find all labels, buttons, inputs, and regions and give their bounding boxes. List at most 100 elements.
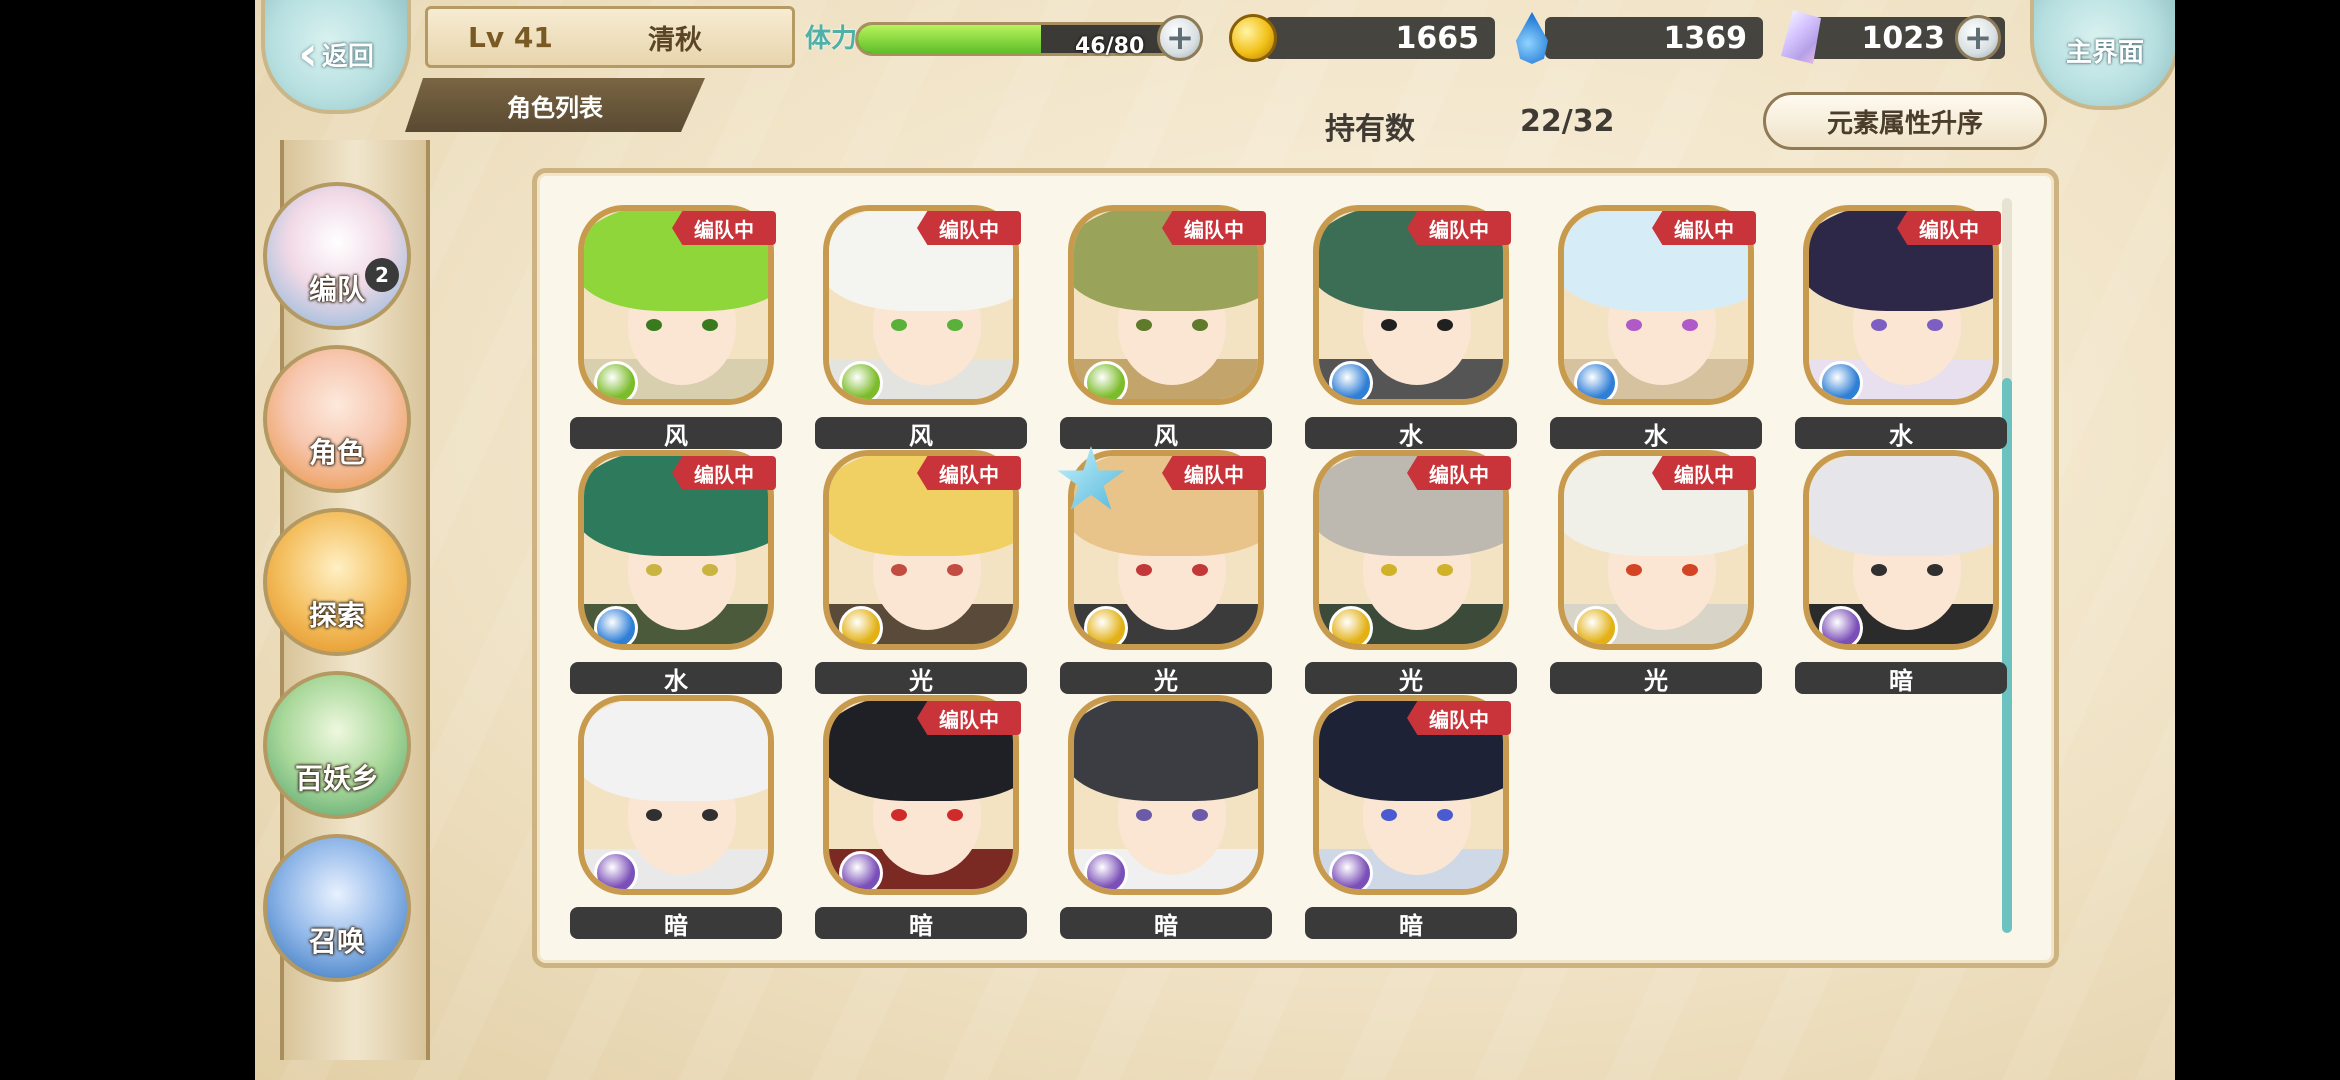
element-label: 暗 bbox=[1305, 907, 1517, 940]
add-crystal-button[interactable]: + bbox=[1955, 15, 2001, 61]
portrait-eye bbox=[1136, 564, 1152, 576]
element-icon bbox=[1084, 361, 1128, 399]
character-portrait bbox=[1803, 450, 1999, 650]
element-label: 暗 bbox=[815, 907, 1027, 940]
element-label: 暗 bbox=[1060, 907, 1272, 940]
element-label: 暗 bbox=[570, 907, 782, 940]
character-portrait bbox=[1068, 695, 1264, 895]
character-card[interactable]: 编队中水 bbox=[570, 450, 782, 700]
game-screen: ‹ 返回 Lv 41 清秋 角色列表 体力 46/80 + 1665 1369 … bbox=[255, 0, 2175, 1080]
character-card[interactable]: 编队中光 bbox=[815, 450, 1027, 700]
home-button[interactable]: 主界面 bbox=[2030, 0, 2175, 110]
element-icon bbox=[839, 851, 883, 889]
element-label: 暗 bbox=[1795, 662, 2007, 695]
character-card[interactable]: 编队中光 bbox=[1305, 450, 1517, 700]
portrait-eye bbox=[1381, 809, 1397, 821]
stamina-label: 体力 bbox=[805, 24, 858, 54]
menu-explore[interactable]: 探索 bbox=[263, 508, 411, 656]
element-icon bbox=[1819, 361, 1863, 399]
in-team-tag: 编队中 bbox=[1407, 701, 1511, 735]
element-label: 光 bbox=[1060, 662, 1272, 695]
element-label: 水 bbox=[570, 662, 782, 695]
portrait-eye bbox=[947, 809, 963, 821]
menu-characters[interactable]: 角色 bbox=[263, 345, 411, 493]
in-team-tag: 编队中 bbox=[1162, 211, 1266, 245]
element-icon bbox=[1819, 606, 1863, 644]
in-team-tag: 编队中 bbox=[917, 701, 1021, 735]
character-card[interactable]: 暗 bbox=[1060, 695, 1272, 945]
element-label: 光 bbox=[1550, 662, 1762, 695]
portrait-eye bbox=[1381, 564, 1397, 576]
portrait-eye bbox=[1437, 809, 1453, 821]
portrait-eye bbox=[1192, 319, 1208, 331]
portrait-eye bbox=[1437, 319, 1453, 331]
menu-summon[interactable]: 召唤 bbox=[263, 834, 411, 982]
element-label: 风 bbox=[570, 417, 782, 450]
back-label: 返回 bbox=[321, 41, 374, 72]
menu-formation[interactable]: 编队 2 bbox=[263, 182, 411, 330]
in-team-tag: 编队中 bbox=[917, 456, 1021, 490]
element-label: 光 bbox=[815, 662, 1027, 695]
portrait-eye bbox=[1927, 564, 1943, 576]
portrait-eye bbox=[1682, 564, 1698, 576]
character-card[interactable]: 编队中水 bbox=[1550, 205, 1762, 455]
portrait-eye bbox=[702, 319, 718, 331]
element-icon bbox=[1574, 606, 1618, 644]
character-card[interactable]: 编队中风 bbox=[1060, 205, 1272, 455]
element-label: 水 bbox=[1550, 417, 1762, 450]
element-icon bbox=[594, 361, 638, 399]
character-card[interactable]: 编队中暗 bbox=[815, 695, 1027, 945]
character-card[interactable]: 编队中风 bbox=[815, 205, 1027, 455]
menu-village-label: 百妖乡 bbox=[294, 762, 379, 795]
portrait-eye bbox=[646, 564, 662, 576]
in-team-tag: 编队中 bbox=[672, 211, 776, 245]
portrait-eye bbox=[1192, 564, 1208, 576]
portrait-hair bbox=[1809, 456, 1993, 556]
plus-icon: + bbox=[1165, 18, 1195, 58]
stamina-fill bbox=[858, 25, 1042, 53]
add-stamina-button[interactable]: + bbox=[1157, 15, 1203, 61]
character-card[interactable]: 暗 bbox=[1795, 450, 2007, 700]
back-arrow-icon: ‹ bbox=[298, 26, 318, 82]
portrait-eye bbox=[1871, 319, 1887, 331]
sort-button[interactable]: 元素属性升序 bbox=[1763, 92, 2047, 150]
portrait-eye bbox=[1871, 564, 1887, 576]
character-card[interactable]: 暗 bbox=[570, 695, 782, 945]
character-card[interactable]: 编队中光 bbox=[1057, 446, 1272, 700]
element-label: 水 bbox=[1305, 417, 1517, 450]
gold-amount: 1665 bbox=[1395, 20, 1480, 56]
character-card[interactable]: 编队中暗 bbox=[1305, 695, 1517, 945]
portrait-eye bbox=[1626, 564, 1642, 576]
crystal-amount: 1023 bbox=[1861, 20, 1946, 56]
portrait-eye bbox=[891, 319, 907, 331]
portrait-eye bbox=[646, 319, 662, 331]
back-button[interactable]: ‹ 返回 bbox=[261, 0, 411, 114]
in-team-tag: 编队中 bbox=[1162, 456, 1266, 490]
menu-explore-label: 探索 bbox=[308, 599, 365, 632]
player-info-banner: Lv 41 清秋 bbox=[425, 6, 795, 68]
portrait-eye bbox=[1437, 564, 1453, 576]
portrait-eye bbox=[1927, 319, 1943, 331]
character-card[interactable]: 编队中水 bbox=[1305, 205, 1517, 455]
portrait-eye bbox=[1192, 809, 1208, 821]
character-card[interactable]: 编队中风 bbox=[570, 205, 782, 455]
portrait-eye bbox=[947, 564, 963, 576]
in-team-tag: 编队中 bbox=[1652, 211, 1756, 245]
home-label: 主界面 bbox=[2065, 37, 2144, 68]
character-card[interactable]: 编队中水 bbox=[1795, 205, 2007, 455]
portrait-eye bbox=[702, 809, 718, 821]
character-card[interactable]: 编队中光 bbox=[1550, 450, 1762, 700]
character-portrait bbox=[578, 695, 774, 895]
water-gem-display: 1369 bbox=[1545, 17, 1763, 59]
owned-label: 持有数 bbox=[1325, 112, 1415, 147]
element-icon bbox=[1329, 851, 1373, 889]
portrait-eye bbox=[702, 564, 718, 576]
in-team-tag: 编队中 bbox=[1652, 456, 1756, 490]
menu-village[interactable]: 百妖乡 bbox=[263, 671, 411, 819]
tab-character-list[interactable]: 角色列表 bbox=[405, 78, 705, 132]
menu-summon-label: 召唤 bbox=[308, 925, 365, 958]
stamina-value: 46/80 bbox=[1075, 34, 1145, 59]
portrait-eye bbox=[1136, 809, 1152, 821]
owned-count: 22/32 bbox=[1520, 104, 1615, 139]
element-icon bbox=[594, 851, 638, 889]
